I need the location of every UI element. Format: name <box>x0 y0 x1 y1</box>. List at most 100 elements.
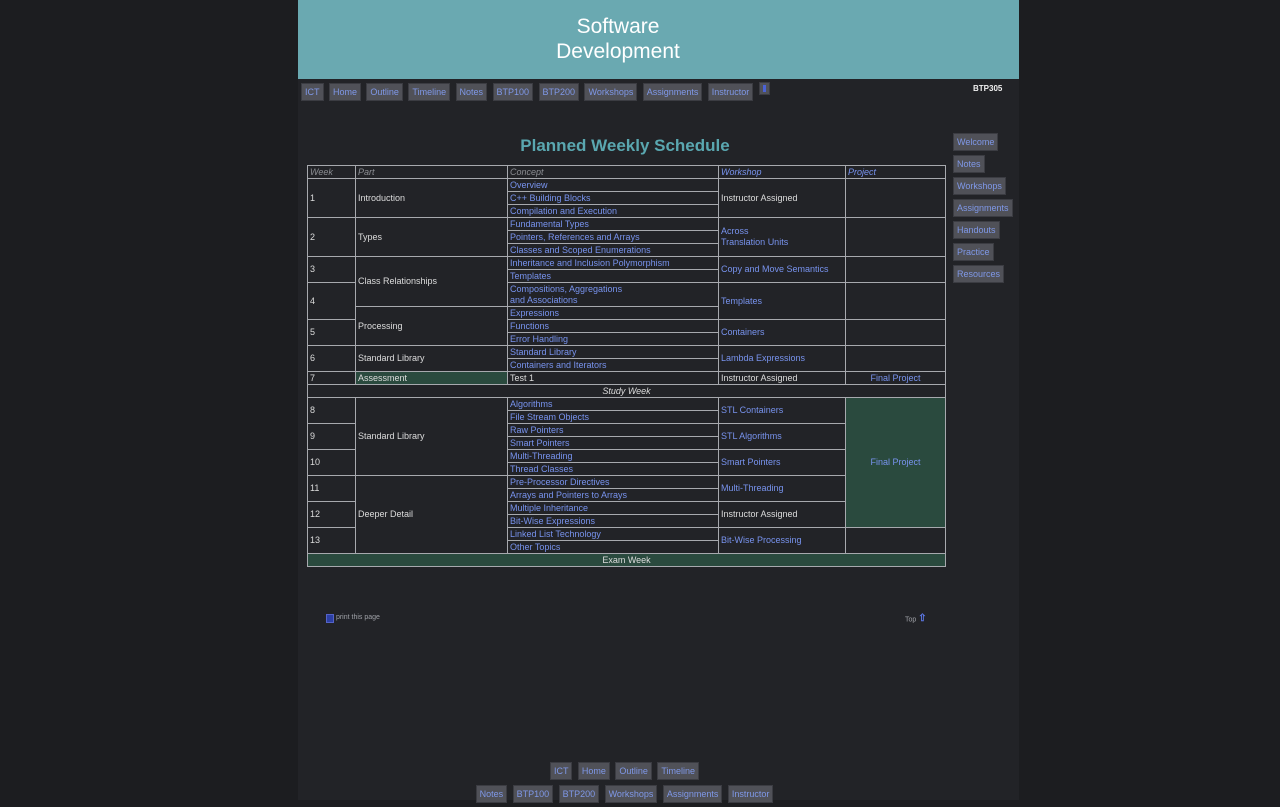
bottom-nav-btp100[interactable]: BTP100 <box>512 785 554 803</box>
site-banner: Software Development <box>298 0 1019 79</box>
concept-link[interactable]: Functions <box>507 319 719 333</box>
side-handouts[interactable]: Handouts <box>953 221 1000 239</box>
nav-outline[interactable]: Outline <box>366 83 403 101</box>
part-cell: Class Relationships <box>355 256 508 307</box>
top-label[interactable]: Top <box>905 616 916 623</box>
week-cell: 9 <box>307 423 356 450</box>
table-row: 1 Introduction Overview Instructor Assig… <box>307 178 946 218</box>
bottom-nav-notes[interactable]: Notes <box>475 785 508 803</box>
bottom-nav-home[interactable]: Home <box>577 762 610 780</box>
concept-link[interactable]: Pre-Processor Directives <box>507 475 719 489</box>
concept-link[interactable]: Classes and Scoped Enumerations <box>507 243 719 257</box>
workshop-link[interactable]: Copy and Move Semantics <box>718 256 846 283</box>
workshop-link[interactable]: Lambda Expressions <box>718 345 846 372</box>
workshop-link[interactable]: Templates <box>718 282 846 320</box>
concept-link[interactable]: Error Handling <box>507 332 719 346</box>
bottom-nav-timeline[interactable]: Timeline <box>657 762 700 780</box>
week-cell: 13 <box>307 527 356 554</box>
concept-link[interactable]: Overview <box>507 178 719 192</box>
concept-link[interactable]: Standard Library <box>507 345 719 359</box>
nav-instructor[interactable]: Instructor <box>707 83 754 101</box>
bottom-nav-instructor[interactable]: Instructor <box>727 785 774 803</box>
bottom-nav-assignments[interactable]: Assignments <box>662 785 723 803</box>
concept-link[interactable]: Templates <box>507 269 719 283</box>
menu-toggle-icon[interactable] <box>758 82 770 95</box>
week-cell: 8 <box>307 397 356 424</box>
workshop-cell: Instructor Assigned <box>718 371 846 385</box>
header-week: Week <box>307 165 356 179</box>
workshop-link[interactable]: Smart Pointers <box>718 449 846 476</box>
print-icon[interactable] <box>326 614 334 623</box>
workshop-cell: Instructor Assigned <box>718 178 846 218</box>
concept-link[interactable]: Expressions <box>507 306 719 320</box>
side-workshops[interactable]: Workshops <box>953 177 1006 195</box>
concept-link[interactable]: Other Topics <box>507 540 719 554</box>
project-cell <box>845 178 946 218</box>
workshop-line: Translation Units <box>721 237 789 247</box>
project-link[interactable]: Final Project <box>845 397 946 528</box>
concept-link[interactable]: Multi-Threading <box>507 449 719 463</box>
nav-notes[interactable]: Notes <box>455 83 488 101</box>
arrow-up-icon[interactable]: ⇧ <box>918 614 926 625</box>
concept-link[interactable]: Arrays and Pointers to Arrays <box>507 488 719 502</box>
print-label[interactable]: print this page <box>336 614 380 621</box>
bottom-nav-outline[interactable]: Outline <box>615 762 652 780</box>
bottom-nav-btp200[interactable]: BTP200 <box>558 785 600 803</box>
top-link[interactable]: Top ⇧ <box>905 614 927 625</box>
concept-link[interactable]: Thread Classes <box>507 462 719 476</box>
concept-link[interactable]: Multiple Inheritance <box>507 501 719 515</box>
project-cell <box>845 282 946 320</box>
workshop-link[interactable]: Containers <box>718 319 846 346</box>
side-welcome[interactable]: Welcome <box>953 133 999 151</box>
workshop-link[interactable]: STL Algorithms <box>718 423 846 450</box>
week-cell: 7 <box>307 371 356 385</box>
workshop-link[interactable]: STL Containers <box>718 397 846 424</box>
study-week: Study Week <box>307 384 946 398</box>
exam-week: Exam Week <box>307 553 946 567</box>
concept-link[interactable]: Smart Pointers <box>507 436 719 450</box>
nav-timeline[interactable]: Timeline <box>408 83 451 101</box>
header-concept: Concept <box>507 165 719 179</box>
concept-link[interactable]: Compilation and Execution <box>507 204 719 218</box>
part-cell: Standard Library <box>355 397 508 476</box>
concept-link[interactable]: Algorithms <box>507 397 719 411</box>
side-assignments[interactable]: Assignments <box>953 199 1013 217</box>
concept-link[interactable]: Pointers, References and Arrays <box>507 230 719 244</box>
bottom-nav-ict[interactable]: ICT <box>549 762 573 780</box>
nav-assignments[interactable]: Assignments <box>642 83 703 101</box>
week-cell: 11 <box>307 475 356 502</box>
nav-btp200[interactable]: BTP200 <box>538 83 580 101</box>
bottom-nav-workshops[interactable]: Workshops <box>604 785 658 803</box>
project-cell <box>845 319 946 346</box>
table-row: 2 Types Fundamental Types Across Translat… <box>307 217 946 257</box>
week-cell: 1 <box>307 178 356 218</box>
nav-ict[interactable]: ICT <box>301 83 324 101</box>
header-workshop[interactable]: Workshop <box>718 165 846 179</box>
concept-line: Compositions, Aggregations <box>510 283 623 294</box>
page: Software Development ICT Home Outline Ti… <box>298 0 1019 803</box>
nav-workshops[interactable]: Workshops <box>584 83 638 101</box>
concept-link[interactable]: Raw Pointers <box>507 423 719 437</box>
concept-link[interactable]: File Stream Objects <box>507 410 719 424</box>
workshop-cell: Instructor Assigned <box>718 501 846 528</box>
concept-link[interactable]: Inheritance and Inclusion Polymorphism <box>507 256 719 270</box>
header-project[interactable]: Project <box>845 165 946 179</box>
side-resources[interactable]: Resources <box>953 265 1005 283</box>
project-link[interactable]: Final Project <box>845 371 946 385</box>
workshop-link[interactable]: Bit-Wise Processing <box>718 527 846 554</box>
concept-link[interactable]: Fundamental Types <box>507 217 719 231</box>
side-notes[interactable]: Notes <box>953 155 985 173</box>
workshop-link[interactable]: Multi-Threading <box>718 475 846 502</box>
concept-link[interactable]: C++ Building Blocks <box>507 191 719 205</box>
side-practice[interactable]: Practice <box>953 243 994 261</box>
week-cell: 2 <box>307 217 356 257</box>
concept-link[interactable]: Containers and Iterators <box>507 358 719 372</box>
print-link[interactable]: print this page <box>326 614 380 623</box>
concept-link[interactable]: Linked List Technology <box>507 527 719 541</box>
course-code: BTP305 <box>973 84 1003 93</box>
nav-btp100[interactable]: BTP100 <box>492 83 534 101</box>
nav-home[interactable]: Home <box>328 83 361 101</box>
concept-link[interactable]: Bit-Wise Expressions <box>507 514 719 528</box>
concept-link[interactable]: Compositions, Aggregations and Associatio… <box>507 282 719 307</box>
workshop-link[interactable]: Across Translation Units <box>718 217 846 257</box>
